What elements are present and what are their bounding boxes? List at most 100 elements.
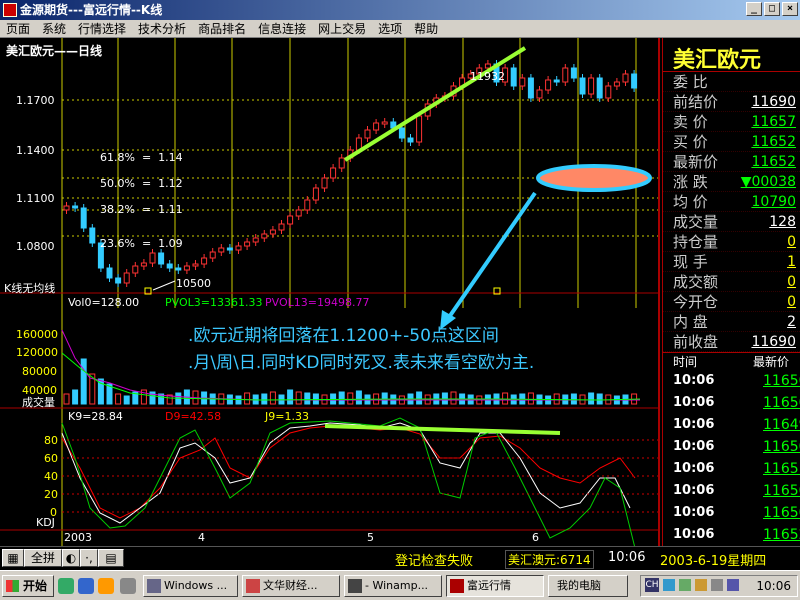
menu-help[interactable]: 帮助 [408,20,444,37]
tick-row: 10:06 11652 [663,524,800,546]
tray-icon[interactable] [695,579,707,591]
task-winamp[interactable]: - Winamp... [344,575,442,597]
tick-row: 10:06 11650 [663,502,800,524]
kdj-k-label: K9=28.84 [68,410,123,423]
tray-icon[interactable] [679,579,691,591]
volume-bar [123,395,130,405]
app-icon [450,579,464,593]
task-windows[interactable]: Windows ... [143,575,238,597]
quote-label: 前收盘 [673,333,719,351]
high-label: 11932 [470,70,505,83]
task-wenhua[interactable]: 文华财经... [242,575,340,597]
tick-price: 11651 [763,461,800,477]
candle-body [115,277,122,284]
ime-moon-icon[interactable]: ◐ [62,549,80,567]
window-title: 金源期货---富远行情--K线 [20,3,163,17]
quote-label: 前结价 [673,93,719,111]
candle-body [218,247,225,253]
media-icon[interactable] [98,578,114,594]
volume-bar [115,393,122,405]
ime-mode-button[interactable]: 全拼 [24,549,62,567]
tick-row: 10:06 11650 [663,392,800,414]
volume-bar [269,391,276,405]
maximize-button[interactable]: □ [764,2,780,16]
candle-body [287,215,294,225]
candle-body [123,272,130,284]
tray-icon[interactable] [663,579,675,591]
volume-bar [80,358,87,405]
annotation-line-1: .欧元近期将回落在1.1200+-50点这区间 [188,326,499,346]
minimize-button[interactable]: _ [746,2,762,16]
vol-axis-label: 80000 [22,365,57,378]
tick-price: 11650 [763,483,800,499]
menu-info-link[interactable]: 信息连接 [252,20,312,37]
menu-tech-analysis[interactable]: 技术分析 [132,20,192,37]
status-time: 10:06 [608,550,646,565]
candle-body [72,205,79,209]
menu-system[interactable]: 系统 [36,20,72,37]
volume-bar [244,392,251,405]
candle-body [140,262,147,267]
candle-body [398,127,405,139]
x-label: 6 [532,531,539,544]
candle-body [321,177,328,189]
tick-header-time: 时间 [673,355,698,369]
tray-icon[interactable] [727,579,739,591]
quote-value: 2 [787,314,796,330]
menu-page[interactable]: 页面 [0,20,36,37]
candle-body [553,79,560,83]
candle-body [261,233,268,239]
volume-bar [355,390,362,405]
volume-bar [570,393,577,405]
start-button[interactable]: 开始 [2,575,54,597]
tick-time: 10:06 [673,461,715,476]
volume-bar [72,389,79,405]
low-pointer [152,280,176,291]
quote-label: 成交量 [673,213,719,231]
quote-label: 委 比 [673,73,708,91]
menu-quote-select[interactable]: 行情选择 [72,20,132,37]
candle-body [545,79,552,91]
vol-axis-label: 160000 [16,328,58,341]
volume-bar [596,393,603,405]
ime-keyboard-icon[interactable]: ▤ [98,549,124,567]
desktop-icon[interactable] [78,578,94,594]
volume-bar [312,393,319,405]
quote-row: 买 价 11652 [663,132,800,152]
status-message: 登记检查失败 [395,554,474,569]
kdj-name: KDJ [36,516,55,529]
task-fuyuan[interactable]: 富远行情 [446,575,544,597]
vol0-label: Vol0=128.00 [68,296,140,309]
menu-online-trade[interactable]: 网上交易 [312,20,372,37]
ime-icon[interactable]: ▦ [2,549,24,567]
volume-icon[interactable] [711,579,723,591]
quote-label: 内 盘 [673,313,708,331]
tick-time: 10:06 [673,483,715,498]
quote-row: 前结价 11690 [663,92,800,112]
quicklaunch-icon[interactable] [120,578,136,594]
quote-value: 11657 [751,114,796,130]
candle-body [527,77,534,99]
tick-time: 10:06 [673,505,715,520]
menu-ranking[interactable]: 商品排名 [192,20,252,37]
kline-chart-area[interactable]: 美汇欧元——日线 1.1700 1.1400 1.1100 1.0800 61.… [0,38,660,546]
quote-row: 内 盘 2 [663,312,800,332]
status-instrument: 美汇澳元:6714 [505,550,594,569]
title-bar: 金源期货---富远行情--K线 _ □ × [0,0,800,20]
ime-punct-icon[interactable]: ·, [80,549,98,567]
menu-options[interactable]: 选项 [372,20,408,37]
tray-clock[interactable]: 10:06 [756,576,791,596]
close-button[interactable]: × [782,2,798,16]
candle-body [596,77,603,99]
candle-body [158,252,165,265]
chart-title: 美汇欧元——日线 [6,44,103,58]
ime-tray-icon[interactable]: CH [645,578,659,592]
kdj-axis-label: 60 [44,452,58,465]
kdj-axis-label: 20 [44,488,58,501]
volume-bar [261,393,268,405]
ie-icon[interactable] [58,578,74,594]
task-mycomputer[interactable]: 我的电脑 [548,575,628,597]
windows-flag-icon [6,580,19,592]
candle-body [201,257,208,265]
quote-value: ▼00038 [740,174,796,190]
